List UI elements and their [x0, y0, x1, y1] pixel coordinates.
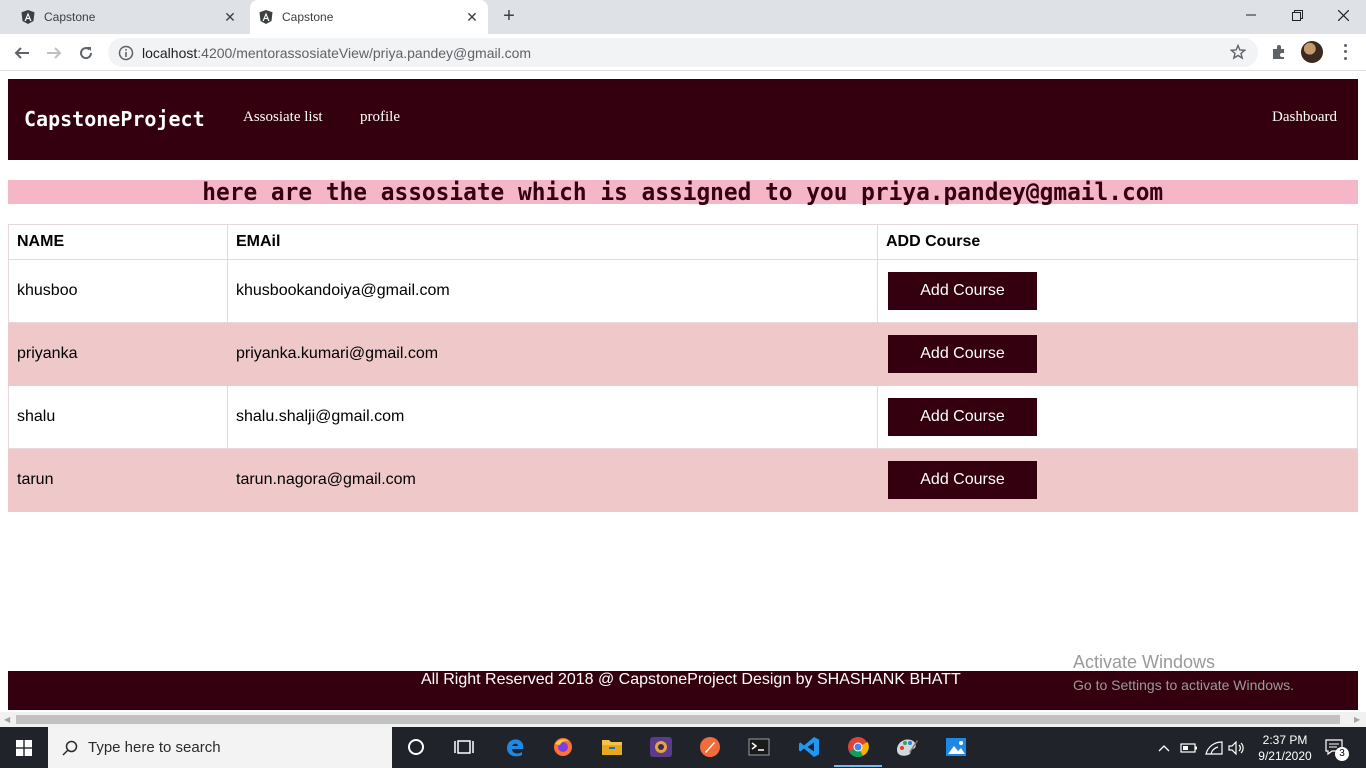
brand-logo[interactable]: CapstoneProject	[24, 107, 205, 131]
nav-link-dashboard[interactable]: Dashboard	[1272, 109, 1337, 126]
chrome-icon[interactable]	[834, 735, 882, 767]
add-course-button[interactable]: Add Course	[888, 398, 1037, 436]
forward-icon[interactable]	[42, 41, 66, 65]
table-row: khusboo khusbookandoiya@gmail.com Add Co…	[8, 259, 1358, 323]
info-icon[interactable]	[118, 45, 134, 61]
firefox-icon[interactable]	[551, 735, 575, 759]
windows-taskbar: Type here to search 2:37 PM 9/21/2020 3	[0, 727, 1366, 768]
add-course-button[interactable]: Add Course	[888, 461, 1037, 499]
table-header-row: NAME EMAil ADD Course	[8, 224, 1358, 260]
horizontal-scrollbar[interactable]: ◀ ▶	[0, 712, 1366, 727]
extensions-puzzle-icon[interactable]	[1270, 43, 1288, 61]
paint-icon[interactable]	[895, 735, 919, 759]
cell-name: tarun	[8, 448, 228, 512]
scroll-right-icon[interactable]: ▶	[1354, 715, 1360, 724]
show-hidden-icons[interactable]	[1158, 727, 1170, 768]
close-icon[interactable]: ✕	[220, 9, 240, 26]
postman-icon[interactable]	[698, 735, 722, 759]
column-header-add-course: ADD Course	[877, 224, 1358, 260]
cell-email: shalu.shalji@gmail.com	[227, 385, 878, 449]
url-path: :4200/mentorassosiateView/priya.pandey@g…	[197, 44, 532, 61]
nav-link-profile[interactable]: profile	[360, 109, 400, 126]
tab-title: Capstone	[282, 10, 334, 24]
cell-action: Add Course	[877, 322, 1358, 386]
page-heading: here are the assosiate which is assigned…	[202, 178, 1164, 206]
angular-icon	[21, 10, 35, 24]
task-view-icon[interactable]	[452, 735, 476, 759]
cell-name: shalu	[8, 385, 228, 449]
cell-email: priyanka.kumari@gmail.com	[227, 322, 878, 386]
cell-name: priyanka	[8, 322, 228, 386]
game-app-icon[interactable]	[649, 735, 673, 759]
battery-icon[interactable]	[1180, 727, 1198, 768]
cell-name: khusboo	[8, 259, 228, 323]
activate-windows-watermark: Activate Windows Go to Settings to activ…	[1073, 652, 1294, 693]
tab-strip: Capstone ✕ Capstone ✕ +	[0, 0, 1366, 34]
column-header-name: NAME	[8, 224, 228, 260]
file-explorer-icon[interactable]	[600, 735, 624, 759]
cell-email: khusbookandoiya@gmail.com	[227, 259, 878, 323]
page-viewport: CapstoneProject Assosiate list profile D…	[0, 71, 1366, 712]
close-icon[interactable]: ✕	[462, 9, 482, 26]
nav-link-assosiate-list[interactable]: Assosiate list	[243, 109, 323, 126]
add-course-button[interactable]: Add Course	[888, 335, 1037, 373]
terminal-icon[interactable]	[747, 735, 771, 759]
cell-action: Add Course	[877, 385, 1358, 449]
new-tab-icon[interactable]: +	[498, 6, 520, 28]
table-row: tarun tarun.nagora@gmail.com Add Course	[8, 448, 1358, 512]
footer-text: All Right Reserved 2018 @ CapstoneProjec…	[421, 671, 961, 688]
clock-date: 9/21/2020	[1258, 749, 1312, 763]
notification-center-icon[interactable]: 3	[1325, 727, 1349, 768]
restore-icon[interactable]	[1274, 0, 1320, 30]
edge-icon[interactable]	[503, 735, 527, 759]
associate-table: NAME EMAil ADD Course khusboo khusbookan…	[8, 224, 1358, 512]
search-icon	[62, 740, 78, 756]
search-placeholder: Type here to search	[88, 739, 221, 756]
browser-tab-1[interactable]: Capstone ✕	[8, 0, 246, 34]
scrollbar-thumb[interactable]	[16, 715, 1340, 724]
browser-tab-2[interactable]: Capstone ✕	[250, 0, 488, 34]
angular-icon	[259, 10, 273, 24]
reload-icon[interactable]	[74, 41, 98, 65]
watermark-title: Activate Windows	[1073, 652, 1216, 672]
table-row: shalu shalu.shalji@gmail.com Add Course	[8, 385, 1358, 449]
scroll-left-icon[interactable]: ◀	[4, 715, 10, 724]
system-clock[interactable]: 2:37 PM 9/21/2020	[1250, 732, 1320, 764]
cell-email: tarun.nagora@gmail.com	[227, 448, 878, 512]
browser-menu-icon[interactable]	[1337, 42, 1353, 62]
vscode-icon[interactable]	[797, 735, 821, 759]
notification-badge: 3	[1335, 747, 1349, 761]
table-row: priyanka priyanka.kumari@gmail.com Add C…	[8, 322, 1358, 386]
site-navbar: CapstoneProject Assosiate list profile D…	[8, 79, 1358, 160]
taskbar-search[interactable]: Type here to search	[48, 727, 392, 768]
add-course-button[interactable]: Add Course	[888, 272, 1037, 310]
close-window-icon[interactable]	[1320, 0, 1366, 30]
cell-action: Add Course	[877, 448, 1358, 512]
wifi-icon[interactable]	[1205, 727, 1223, 768]
cell-action: Add Course	[877, 259, 1358, 323]
column-header-email: EMAil	[227, 224, 878, 260]
tab-title: Capstone	[44, 10, 96, 24]
windows-start-icon[interactable]	[0, 727, 48, 768]
minimize-icon[interactable]	[1228, 0, 1274, 30]
address-bar[interactable]: localhost:4200/mentorassosiateView/priya…	[108, 38, 1258, 67]
browser-toolbar: localhost:4200/mentorassosiateView/priya…	[0, 34, 1366, 71]
back-icon[interactable]	[10, 41, 34, 65]
url-text: localhost:4200/mentorassosiateView/priya…	[142, 45, 531, 61]
profile-avatar[interactable]	[1301, 41, 1323, 63]
watermark-subtitle: Go to Settings to activate Windows.	[1073, 677, 1294, 693]
clock-time: 2:37 PM	[1262, 733, 1308, 747]
volume-icon[interactable]	[1228, 727, 1246, 768]
page-heading-bar: here are the assosiate which is assigned…	[8, 180, 1358, 204]
cortana-icon[interactable]	[404, 735, 428, 759]
bookmark-star-icon[interactable]	[1230, 44, 1246, 60]
photos-icon[interactable]	[944, 735, 968, 759]
url-host: localhost	[142, 44, 198, 61]
